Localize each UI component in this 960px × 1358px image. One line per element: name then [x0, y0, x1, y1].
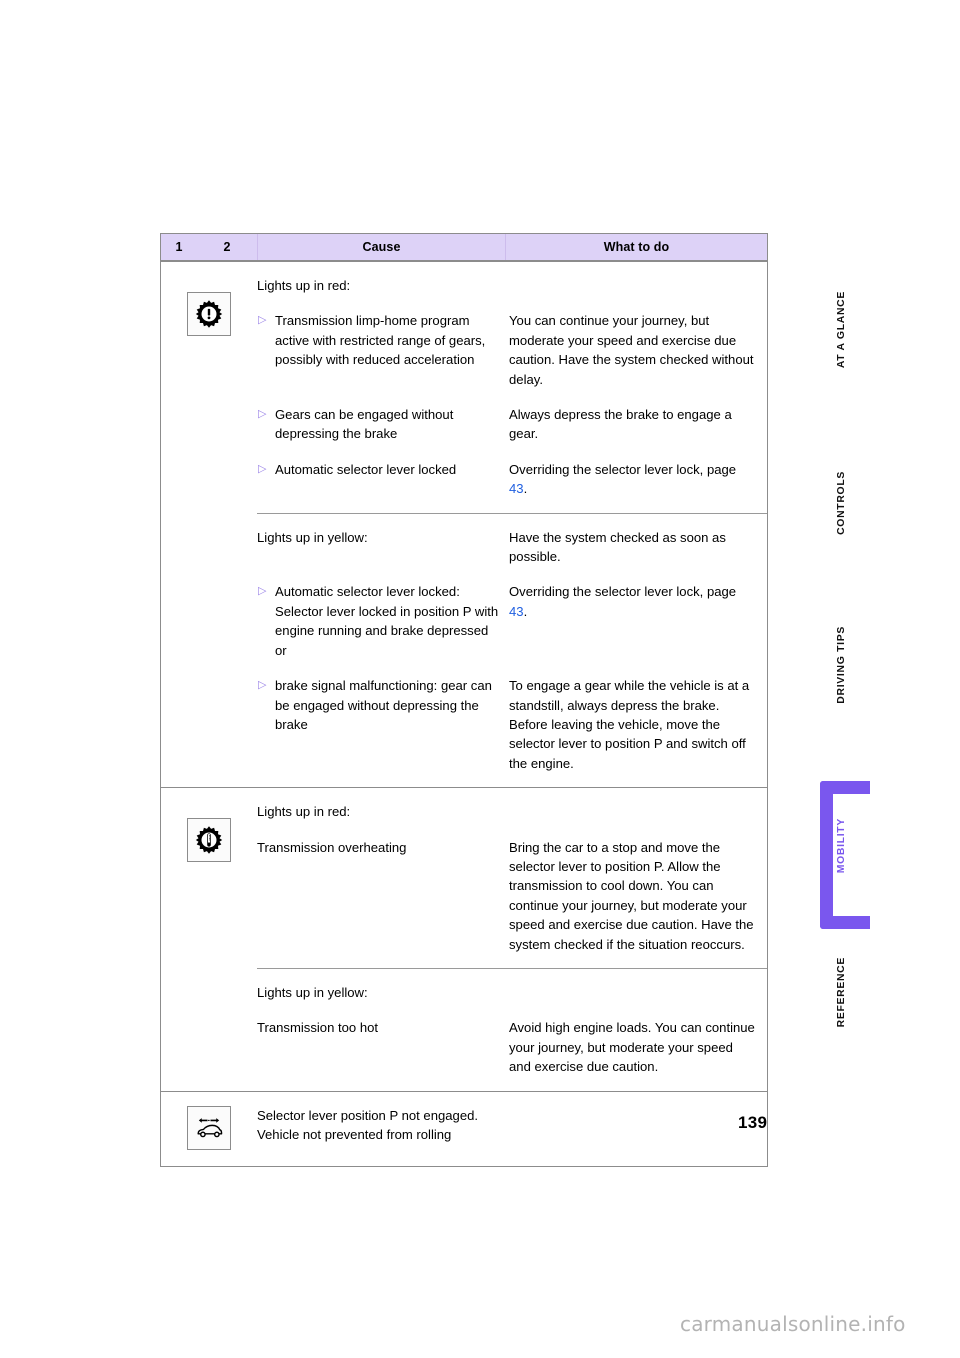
- triangle-bullet-icon: ▷: [258, 314, 267, 327]
- subrow: Lights up in red: Transmission overheati…: [257, 788, 767, 968]
- what-text: Overriding the selector lever lock, page…: [509, 582, 757, 621]
- column-header-1: 1: [175, 240, 183, 254]
- what-text: To engage a gear while the vehicle is at…: [509, 678, 750, 771]
- table-header-row: 1 2 Cause What to do: [161, 233, 767, 261]
- warning-lights-table: 1 2 Cause What to do Lights up in red: ▷…: [160, 233, 768, 1168]
- cause-text: Gears can be engaged without depressing …: [275, 407, 454, 442]
- table-section: Lights up in red: Transmission overheati…: [161, 787, 767, 1090]
- triangle-bullet-icon: ▷: [258, 462, 267, 475]
- what-text: Bring the car to a stop and move the sel…: [509, 839, 754, 952]
- sidebar-item-reference[interactable]: REFERENCE: [806, 957, 876, 1032]
- column-header-what-to-do: What to do: [505, 234, 767, 260]
- subrow: Lights up in red: ▷ Transmission limp-ho…: [257, 262, 767, 513]
- site-watermark: carmanualsonline.info: [680, 1312, 906, 1336]
- cause-text: Automatic selector lever locked: [275, 461, 457, 477]
- cause-text: Automatic selector lever locked: Selecto…: [275, 584, 499, 658]
- page-number: 139: [738, 1113, 768, 1132]
- cause-text: Transmission too hot: [257, 1020, 379, 1036]
- cause-text: brake signal malfunctioning: gear can be…: [275, 678, 492, 732]
- what-text: You can continue your journey, but moder…: [509, 313, 754, 387]
- icon-cell: [161, 1092, 257, 1167]
- sidebar-item-at-a-glance[interactable]: AT A GLANCE: [806, 291, 876, 373]
- triangle-bullet-icon: ▷: [258, 408, 267, 421]
- gear-temperature-icon: [187, 818, 231, 863]
- what-text-post: .: [523, 603, 528, 619]
- bullet-row: ▷ Automatic selector lever locked: Selec…: [257, 566, 767, 660]
- what-text: Avoid high engine loads. You can continu…: [509, 1020, 755, 1075]
- bullet-item: ▷ brake signal malfunctioning: gear can …: [257, 676, 499, 734]
- subrow: Lights up in yellow: Transmission too ho…: [257, 967, 767, 1091]
- bullet-item: ▷ Gears can be engaged without depressin…: [257, 405, 499, 444]
- subrow: Lights up in yellow: Have the system che…: [257, 512, 767, 787]
- subrow: Selector lever position P not engaged. V…: [257, 1092, 767, 1167]
- what-text: Overriding the selector lever lock, page…: [509, 460, 757, 499]
- page-reference-link[interactable]: 43: [509, 481, 524, 496]
- cause-heading: Lights up in red:: [257, 804, 351, 820]
- bullet-row: ▷ Automatic selector lever locked Overri…: [257, 444, 767, 499]
- bullet-row: ▷ Gears can be engaged without depressin…: [257, 389, 767, 444]
- icon-cell: [161, 788, 257, 1090]
- cause-heading: Lights up in yellow:: [257, 984, 368, 1000]
- bullet-item: ▷ Transmission limp-home program active …: [257, 311, 499, 369]
- triangle-bullet-icon: ▷: [258, 679, 267, 692]
- sidebar-item-controls[interactable]: CONTROLS: [806, 471, 876, 540]
- icon-cell: [161, 262, 257, 787]
- bullet-item: ▷ Automatic selector lever locked: [257, 460, 499, 479]
- column-header-cause: Cause: [257, 234, 505, 260]
- bullet-item: ▷ Automatic selector lever locked: Selec…: [257, 582, 499, 660]
- sidebar-item-label: AT A GLANCE: [835, 291, 847, 369]
- cause-heading: Lights up in yellow:: [257, 529, 368, 545]
- what-heading: Have the system checked as soon as possi…: [509, 529, 726, 565]
- gear-warning-icon: [187, 292, 231, 336]
- simple-line-2: Vehicle not prevented from rolling: [257, 1127, 452, 1142]
- what-text-pre: Overriding the selector lever lock, page: [509, 461, 737, 477]
- cause-text: Transmission overheating: [257, 839, 407, 855]
- sidebar-item-label: REFERENCE: [835, 957, 847, 1028]
- bullet-row: ▷ brake signal malfunctioning: gear can …: [257, 660, 767, 773]
- section-content: Selector lever position P not engaged. V…: [257, 1092, 767, 1167]
- cause-text: Transmission limp-home program active wi…: [275, 313, 486, 368]
- bullet-row: ▷ Transmission limp-home program active …: [257, 295, 767, 389]
- sidebar-item-driving-tips[interactable]: DRIVING TIPS: [806, 626, 876, 709]
- section-content: Lights up in red: ▷ Transmission limp-ho…: [257, 262, 767, 787]
- column-header-2: 2: [223, 240, 231, 254]
- what-text-pre: Overriding the selector lever lock, page: [509, 584, 737, 600]
- simple-line-1: Selector lever position P not engaged.: [257, 1107, 479, 1123]
- page-reference-link[interactable]: 43: [509, 604, 524, 619]
- section-content: Lights up in red: Transmission overheati…: [257, 788, 767, 1090]
- table-section: Lights up in red: ▷ Transmission limp-ho…: [161, 261, 767, 787]
- sidebar-item-mobility[interactable]: MOBILITY: [806, 818, 876, 878]
- table-section: Selector lever position P not engaged. V…: [161, 1090, 767, 1167]
- sidebar-item-label: MOBILITY: [835, 818, 847, 874]
- sidebar-item-label: CONTROLS: [835, 471, 847, 535]
- what-text-post: .: [523, 481, 528, 497]
- triangle-bullet-icon: ▷: [258, 585, 267, 598]
- car-rolling-icon: [187, 1105, 231, 1150]
- what-text: Always depress the brake to engage a gea…: [509, 407, 732, 442]
- sidebar-item-label: DRIVING TIPS: [835, 626, 847, 704]
- cause-heading: Lights up in red:: [257, 278, 351, 293]
- chapter-sidenav: AT A GLANCE CONTROLS DRIVING TIPS MOBILI…: [806, 233, 876, 1053]
